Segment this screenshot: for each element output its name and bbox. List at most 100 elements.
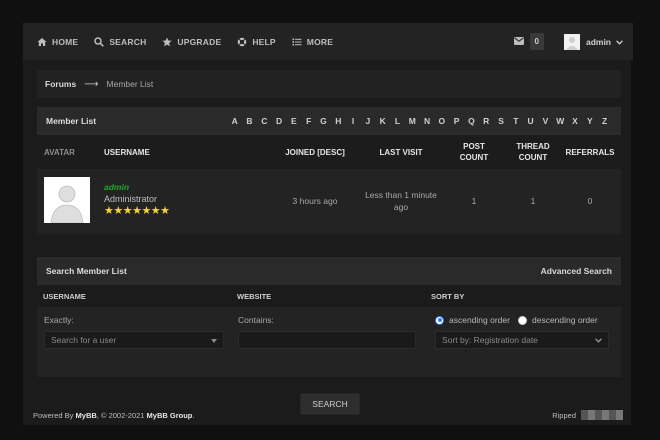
letter-filter-b[interactable]: B xyxy=(242,116,257,126)
star-icon xyxy=(162,37,173,47)
list-icon xyxy=(292,37,302,47)
letter-filter-e[interactable]: E xyxy=(286,116,301,126)
nav-help[interactable]: HELP xyxy=(229,23,283,61)
member-table-header: AVATAR USERNAME JOINED [DESC] LAST VISIT… xyxy=(37,135,621,169)
letter-filter-g[interactable]: G xyxy=(316,116,331,126)
letter-filter-w[interactable]: W xyxy=(553,116,568,126)
letter-filter-z[interactable]: Z xyxy=(597,116,612,126)
letter-filter-t[interactable]: T xyxy=(508,116,523,126)
ascending-radio[interactable] xyxy=(435,315,444,325)
member-usertitle: Administrator xyxy=(104,194,158,204)
member-last-visit: Less than 1 minute ago xyxy=(365,190,437,212)
letter-filter-f[interactable]: F xyxy=(301,116,316,126)
letter-filter-m[interactable]: M xyxy=(405,116,420,126)
footer: Powered By MyBB, © 2002-2021 MyBB Group.… xyxy=(23,403,633,427)
nav-more-label: MORE xyxy=(306,36,334,47)
footer-mybb-group-link[interactable]: MyBB Group xyxy=(147,411,193,420)
nav-more[interactable]: MORE xyxy=(284,23,341,61)
avatar[interactable] xyxy=(44,177,90,223)
advanced-search-link[interactable]: Advanced Search xyxy=(541,266,612,276)
help-icon xyxy=(237,37,247,47)
search-member-panel: Search Member List Advanced Search USERN… xyxy=(37,257,621,377)
letter-filter-a[interactable]: A xyxy=(227,116,242,126)
nav-upgrade[interactable]: UPGRADE xyxy=(154,23,229,61)
footer-powered-prefix: Powered By xyxy=(33,410,74,420)
member-referrals: 0 xyxy=(587,196,593,206)
letter-filter-v[interactable]: V xyxy=(538,116,553,126)
breadcrumb: Forums ⟶ Member List xyxy=(37,70,621,98)
letter-filter-l[interactable]: L xyxy=(390,116,405,126)
letter-filter-q[interactable]: Q xyxy=(464,116,479,126)
letter-filter-d[interactable]: D xyxy=(272,116,287,126)
exactly-label: Exactly: xyxy=(44,315,74,325)
letter-filter-r[interactable]: R xyxy=(479,116,494,126)
member-joined: 3 hours ago xyxy=(292,196,338,206)
breadcrumb-current: Member List xyxy=(106,79,154,89)
sort-ascending-option[interactable]: ascending order xyxy=(435,315,510,325)
nav-home-label: HOME xyxy=(52,36,79,47)
private-messages[interactable]: 0 xyxy=(513,33,544,50)
search-panel-header: Search Member List Advanced Search xyxy=(37,257,621,285)
member-list-title: Member List xyxy=(46,116,97,126)
column-referrals[interactable]: REFERRALS xyxy=(565,135,615,169)
letter-filter-i[interactable]: I xyxy=(346,116,361,126)
letter-filter-x[interactable]: X xyxy=(568,116,583,126)
letter-filter-h[interactable]: H xyxy=(331,116,346,126)
letter-filter-u[interactable]: U xyxy=(523,116,538,126)
header-username: USERNAME xyxy=(43,291,86,301)
nav-upgrade-label: UPGRADE xyxy=(177,36,222,47)
chevron-down-icon xyxy=(616,37,623,47)
chevron-down-icon xyxy=(595,335,602,345)
letter-filter-n[interactable]: N xyxy=(420,116,435,126)
letter-filter-c[interactable]: C xyxy=(257,116,272,126)
footer-period: . xyxy=(192,410,195,420)
table-row: admin Administrator ★★★★★★★ 3 hours ago … xyxy=(37,169,621,233)
descending-radio[interactable] xyxy=(518,315,527,325)
letter-filter-j[interactable]: J xyxy=(360,116,375,126)
website-contains-input[interactable] xyxy=(238,331,416,349)
breadcrumb-forums-link[interactable]: Forums xyxy=(45,79,76,89)
search-field-headers: USERNAME WEBSITE SORT BY xyxy=(37,285,621,307)
search-fields: Exactly: Search for a user Contains: asc… xyxy=(37,307,621,377)
column-joined[interactable]: JOINED [DESC] xyxy=(277,135,353,169)
column-post-count[interactable]: POST COUNT xyxy=(455,135,493,169)
avatar xyxy=(563,33,580,50)
member-list-header: Member List ABCDEFGHIJKLMNOPQRSTUVWXYZ xyxy=(37,107,621,135)
member-thread-count[interactable]: 1 xyxy=(511,169,555,233)
sort-by-selected: Sort by: Registration date xyxy=(442,335,538,345)
letter-filter-y[interactable]: Y xyxy=(582,116,597,126)
search-icon xyxy=(94,36,105,47)
user-name: admin xyxy=(585,36,611,47)
column-last-visit[interactable]: LAST VISIT xyxy=(365,135,437,169)
search-panel-title: Search Member List xyxy=(46,266,127,276)
alphabet-filter: ABCDEFGHIJKLMNOPQRSTUVWXYZ xyxy=(227,116,612,126)
sort-by-select[interactable]: Sort by: Registration date xyxy=(435,331,609,349)
sort-descending-option[interactable]: descending order xyxy=(518,315,598,325)
letter-filter-p[interactable]: P xyxy=(449,116,464,126)
member-username-link[interactable]: admin xyxy=(104,182,129,192)
username-search-input[interactable]: Search for a user xyxy=(44,331,224,349)
envelope-icon xyxy=(513,36,524,47)
member-stars: ★★★★★★★ xyxy=(104,205,170,217)
column-thread-count[interactable]: THREAD COUNT xyxy=(511,135,555,169)
member-post-count[interactable]: 1 xyxy=(455,169,493,233)
arrow-right-icon: ⟶ xyxy=(84,78,99,90)
top-navigation: HOME SEARCH UPGRADE HELP MORE 0 admin xyxy=(23,23,633,61)
home-icon xyxy=(37,37,47,47)
nav-user-area: 0 admin xyxy=(513,33,633,50)
footer-powered: Powered By MyBB, © 2002-2021 MyBB Group. xyxy=(33,411,194,420)
pm-count-badge: 0 xyxy=(529,33,544,50)
nav-home[interactable]: HOME xyxy=(23,23,86,61)
column-username[interactable]: USERNAME xyxy=(104,135,150,169)
nav-search[interactable]: SEARCH xyxy=(86,23,154,61)
column-avatar: AVATAR xyxy=(44,147,75,157)
user-menu[interactable]: admin xyxy=(563,33,623,50)
contains-label: Contains: xyxy=(238,315,274,325)
footer-mybb-link[interactable]: MyBB xyxy=(76,411,97,420)
letter-filter-k[interactable]: K xyxy=(375,116,390,126)
footer-ripped-label: Ripped xyxy=(552,410,576,420)
letter-filter-o[interactable]: O xyxy=(434,116,449,126)
header-website: WEBSITE xyxy=(237,291,272,301)
letter-filter-s[interactable]: S xyxy=(494,116,509,126)
caret-down-icon xyxy=(211,335,217,345)
